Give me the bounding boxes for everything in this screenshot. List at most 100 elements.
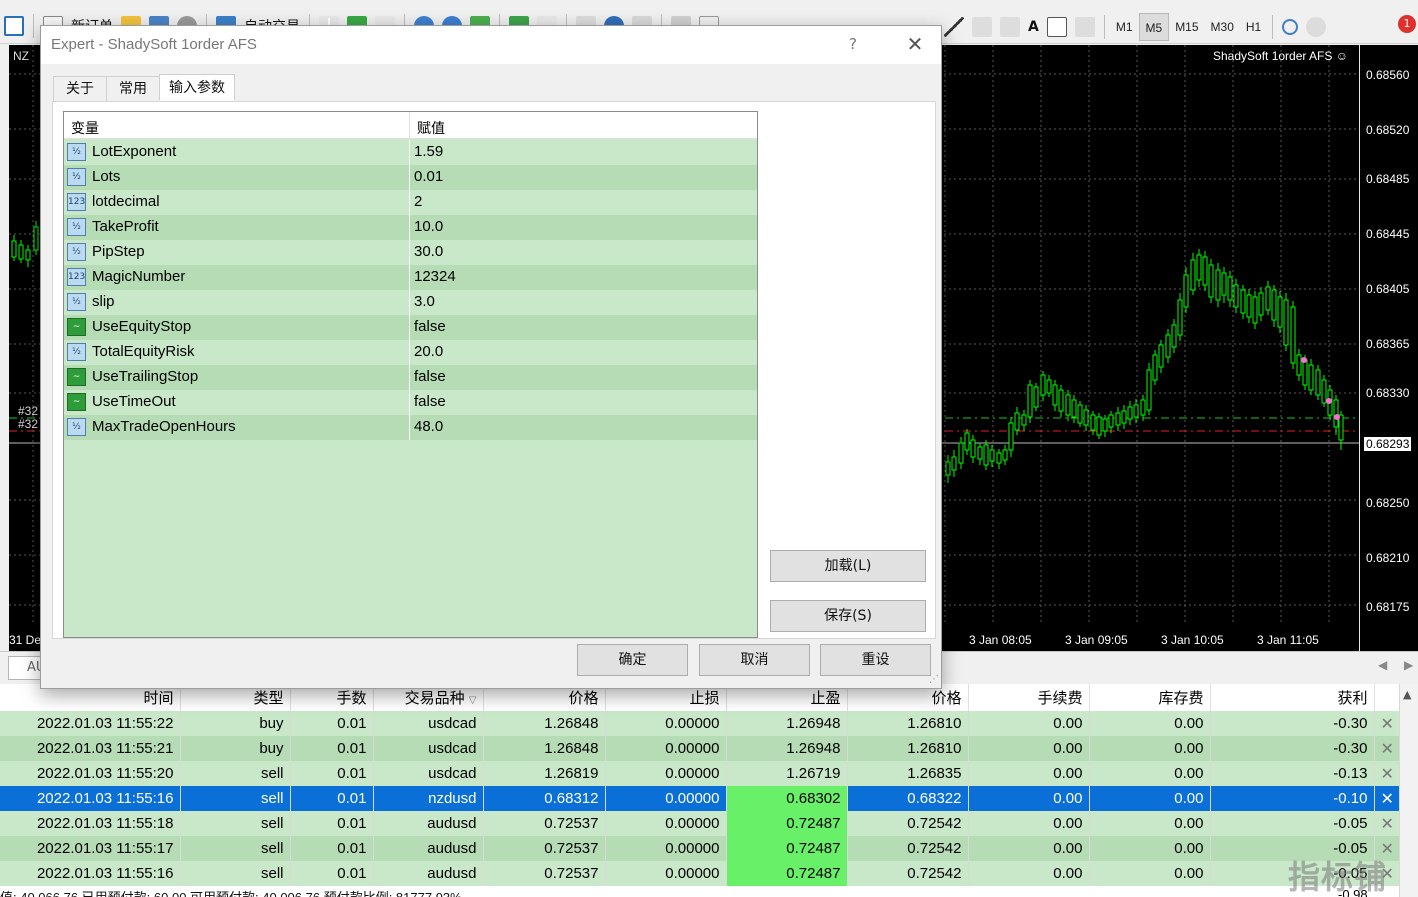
- trade-row[interactable]: 2022.01.03 11:55:16 sell 0.01 nzdusd 0.68312…: [0, 786, 1401, 811]
- parameter-value[interactable]: 2: [414, 193, 422, 210]
- trade-row[interactable]: 2022.01.03 11:55:21 buy 0.01 usdcad 1.26848 0…: [0, 736, 1401, 761]
- trade-current-price: 1.26835: [847, 761, 969, 786]
- fibonacci-icon[interactable]: [972, 17, 992, 37]
- trade-type: buy: [180, 711, 291, 736]
- parameter-row[interactable]: ½ Lots 0.01: [64, 165, 757, 190]
- parameter-value[interactable]: 1.59: [414, 143, 443, 160]
- trade-time: 2022.01.03 11:55:22: [0, 711, 181, 736]
- close-position-icon[interactable]: ✕: [1381, 816, 1394, 833]
- text-icon[interactable]: A: [1024, 14, 1043, 40]
- trade-commission: 0.00: [968, 736, 1090, 761]
- dialog-titlebar[interactable]: Expert - ShadySoft 1order AFS ? ✕: [41, 26, 941, 64]
- arrows-icon[interactable]: [1074, 17, 1095, 37]
- parameter-list[interactable]: 变量 赋值 ½ LotExponent 1.59 ½ Lots 0.01 123 lotdec…: [63, 111, 758, 638]
- trade-lots: 0.01: [290, 811, 374, 836]
- chat-icon[interactable]: [1306, 17, 1327, 37]
- col-profit[interactable]: 获利: [1210, 684, 1375, 711]
- candle-body: [989, 449, 995, 462]
- candle-body: [1321, 379, 1327, 404]
- close-icon[interactable]: ✕: [901, 30, 929, 58]
- order-tag: #32: [18, 404, 39, 418]
- parameter-value[interactable]: 10.0: [414, 218, 443, 235]
- window-icon[interactable]: [4, 16, 24, 36]
- timeframe-m1[interactable]: M1: [1110, 13, 1139, 41]
- close-position-icon[interactable]: ✕: [1381, 716, 1394, 733]
- scroll-up-icon[interactable]: ▲: [1403, 688, 1411, 701]
- trade-row[interactable]: 2022.01.03 11:55:22 buy 0.01 usdcad 1.26848 0…: [0, 711, 1401, 736]
- parameter-row[interactable]: ~ UseTrailingStop false: [64, 365, 757, 390]
- trade-row[interactable]: 2022.01.03 11:55:20 sell 0.01 usdcad 1.26819…: [0, 761, 1401, 786]
- parameter-value[interactable]: 0.01: [414, 168, 443, 185]
- double-type-icon: ½: [67, 143, 86, 161]
- tab-inputs[interactable]: 输入参数: [159, 74, 235, 101]
- parameter-value[interactable]: false: [414, 393, 446, 410]
- header-variable[interactable]: 变量: [71, 118, 99, 138]
- parameter-row[interactable]: ½ slip 3.0: [64, 290, 757, 315]
- parameter-row[interactable]: 123 lotdecimal 2: [64, 190, 757, 215]
- scroll-left-icon[interactable]: ◀: [1378, 658, 1387, 672]
- candle-body: [1171, 324, 1177, 348]
- double-type-icon: ½: [67, 218, 86, 236]
- trade-current-price: 1.26810: [847, 736, 969, 761]
- trade-row[interactable]: 2022.01.03 11:55:18 sell 0.01 audusd 0.72537…: [0, 811, 1401, 836]
- col-swap[interactable]: 库存费: [1089, 684, 1211, 711]
- parameter-value[interactable]: false: [414, 318, 446, 335]
- trade-row[interactable]: 2022.01.03 11:55:16 sell 0.01 audusd 0.72537…: [0, 861, 1401, 886]
- search-icon[interactable]: [1282, 19, 1299, 35]
- tab-about[interactable]: 关于: [53, 76, 107, 102]
- parameter-row[interactable]: ½ TotalEquityRisk 20.0: [64, 340, 757, 365]
- scroll-right-icon[interactable]: ▶: [1404, 658, 1413, 672]
- tab-common[interactable]: 常用: [106, 76, 160, 102]
- cancel-button[interactable]: 取消: [699, 644, 810, 676]
- timeframe-m5[interactable]: M5: [1138, 13, 1170, 41]
- scrollbar[interactable]: ▲: [1399, 684, 1418, 897]
- parameter-row[interactable]: ~ UseEquityStop false: [64, 315, 757, 340]
- load-button[interactable]: 加载(L): [770, 550, 926, 582]
- parameter-value[interactable]: 20.0: [414, 343, 443, 360]
- resize-grip-icon[interactable]: ⋰: [929, 674, 939, 685]
- parameter-row[interactable]: ~ UseTimeOut false: [64, 390, 757, 415]
- parameter-value[interactable]: 30.0: [414, 243, 443, 260]
- timeframe-m30[interactable]: M30: [1205, 13, 1240, 41]
- parameter-row[interactable]: ½ MaxTradeOpenHours 48.0: [64, 415, 757, 440]
- trade-lots: 0.01: [290, 711, 374, 736]
- close-position-icon[interactable]: ✕: [1381, 741, 1394, 758]
- smiley-icon: ☺: [1335, 49, 1348, 63]
- trade-current-price: 0.68322: [847, 786, 969, 811]
- symbol-dropdown[interactable]: NZ: [13, 49, 29, 63]
- account-status-line: 值: 40 066.76 已用预付款: 60.00 可用预付款: 40 006.…: [0, 887, 462, 897]
- parameter-value[interactable]: false: [414, 368, 446, 385]
- close-position-icon[interactable]: ✕: [1381, 766, 1394, 783]
- close-position-icon[interactable]: ✕: [1381, 791, 1394, 808]
- candle-body: [983, 444, 989, 466]
- channel-icon[interactable]: [1000, 17, 1020, 37]
- parameter-row[interactable]: 123 MagicNumber 12324: [64, 265, 757, 290]
- reset-button[interactable]: 重设: [820, 644, 931, 676]
- parameter-row[interactable]: ½ TakeProfit 10.0: [64, 215, 757, 240]
- parameter-row[interactable]: ½ LotExponent 1.59: [64, 140, 757, 165]
- ok-button[interactable]: 确定: [577, 644, 688, 676]
- text-label-icon[interactable]: [1046, 17, 1067, 37]
- price-axis[interactable]: 0.68560 0.68520 0.68485 0.68445 0.68405 …: [1359, 45, 1418, 651]
- candle-body: [1208, 264, 1214, 298]
- header-value[interactable]: 赋值: [417, 118, 445, 138]
- timeframe-m15[interactable]: M15: [1169, 13, 1204, 41]
- candle-body: [1246, 294, 1252, 318]
- candle-body: [1027, 384, 1033, 418]
- trade-price: 1.26848: [483, 736, 606, 761]
- parameter-value[interactable]: 12324: [414, 268, 456, 285]
- trade-price: 0.72537: [483, 811, 606, 836]
- candle-body: [33, 226, 39, 251]
- timeframe-h1[interactable]: H1: [1240, 13, 1267, 41]
- parameter-value[interactable]: 3.0: [414, 293, 435, 310]
- trendline-icon[interactable]: [944, 17, 964, 37]
- parameter-name: UseTimeOut: [92, 393, 176, 410]
- save-button[interactable]: 保存(S): [770, 600, 926, 632]
- candle-body: [1252, 296, 1258, 324]
- parameter-row[interactable]: ½ PipStep 30.0: [64, 240, 757, 265]
- trade-row[interactable]: 2022.01.03 11:55:17 sell 0.01 audusd 0.72537…: [0, 836, 1401, 861]
- col-commission[interactable]: 手续费: [968, 684, 1090, 711]
- parameter-name: UseTrailingStop: [92, 368, 199, 385]
- help-icon[interactable]: ?: [849, 35, 857, 53]
- parameter-value[interactable]: 48.0: [414, 418, 443, 435]
